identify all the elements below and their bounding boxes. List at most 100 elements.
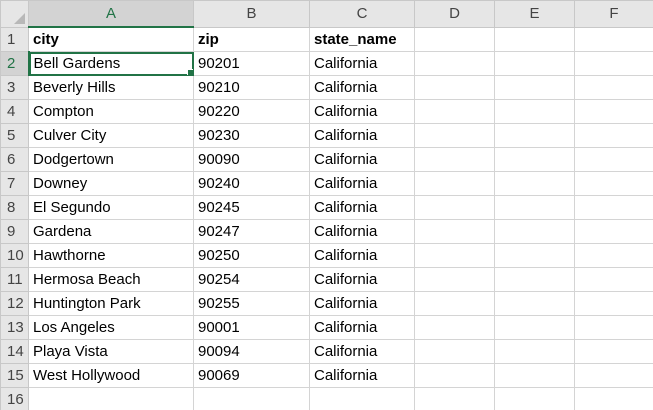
cell-e7[interactable] — [494, 171, 575, 196]
cell-e12[interactable] — [494, 291, 575, 316]
cell-f9[interactable] — [574, 219, 653, 244]
row-header[interactable]: 1 — [0, 26, 29, 52]
cell-a16[interactable] — [28, 387, 194, 410]
row-header[interactable]: 7 — [0, 171, 29, 196]
cell-c7[interactable]: California — [309, 171, 415, 196]
row-header[interactable]: 3 — [0, 75, 29, 100]
cell-e1[interactable] — [494, 26, 575, 52]
cell-a15[interactable]: West Hollywood — [28, 363, 194, 388]
cell-f12[interactable] — [574, 291, 653, 316]
cell-e3[interactable] — [494, 75, 575, 100]
column-header-a[interactable]: A — [28, 0, 194, 28]
cell-f11[interactable] — [574, 267, 653, 292]
cell-b12[interactable]: 90255 — [193, 291, 310, 316]
cell-a4[interactable]: Compton — [28, 99, 194, 124]
cell-e10[interactable] — [494, 243, 575, 268]
row-header[interactable]: 11 — [0, 267, 29, 292]
cell-c3[interactable]: California — [309, 75, 415, 100]
cell-e6[interactable] — [494, 147, 575, 172]
cell-b8[interactable]: 90245 — [193, 195, 310, 220]
cell-c8[interactable]: California — [309, 195, 415, 220]
cell-d13[interactable] — [414, 315, 495, 340]
column-header-d[interactable]: D — [414, 0, 495, 28]
cell-f6[interactable] — [574, 147, 653, 172]
cell-e14[interactable] — [494, 339, 575, 364]
cell-b15[interactable]: 90069 — [193, 363, 310, 388]
row-header[interactable]: 4 — [0, 99, 29, 124]
cell-c10[interactable]: California — [309, 243, 415, 268]
cell-e15[interactable] — [494, 363, 575, 388]
cell-a1[interactable]: city — [28, 26, 194, 52]
cell-f13[interactable] — [574, 315, 653, 340]
cell-e9[interactable] — [494, 219, 575, 244]
cell-e4[interactable] — [494, 99, 575, 124]
row-header[interactable]: 10 — [0, 243, 29, 268]
cell-e8[interactable] — [494, 195, 575, 220]
row-header[interactable]: 16 — [0, 387, 29, 410]
cell-c2[interactable]: California — [309, 51, 415, 76]
cell-a5[interactable]: Culver City — [28, 123, 194, 148]
cell-f1[interactable] — [574, 26, 653, 52]
column-header-e[interactable]: E — [494, 0, 575, 28]
cell-f15[interactable] — [574, 363, 653, 388]
cell-c1[interactable]: state_name — [309, 26, 415, 52]
cell-a11[interactable]: Hermosa Beach — [28, 267, 194, 292]
cell-f4[interactable] — [574, 99, 653, 124]
cell-c13[interactable]: California — [309, 315, 415, 340]
cell-c11[interactable]: California — [309, 267, 415, 292]
cell-b5[interactable]: 90230 — [193, 123, 310, 148]
cell-c16[interactable] — [309, 387, 415, 410]
cell-b13[interactable]: 90001 — [193, 315, 310, 340]
cell-f2[interactable] — [574, 51, 653, 76]
cell-b6[interactable]: 90090 — [193, 147, 310, 172]
cell-f7[interactable] — [574, 171, 653, 196]
cell-d14[interactable] — [414, 339, 495, 364]
cell-f5[interactable] — [574, 123, 653, 148]
cell-b14[interactable]: 90094 — [193, 339, 310, 364]
cell-b10[interactable]: 90250 — [193, 243, 310, 268]
cell-b4[interactable]: 90220 — [193, 99, 310, 124]
cell-f14[interactable] — [574, 339, 653, 364]
cell-d9[interactable] — [414, 219, 495, 244]
row-header[interactable]: 15 — [0, 363, 29, 388]
row-header[interactable]: 8 — [0, 195, 29, 220]
cell-c6[interactable]: California — [309, 147, 415, 172]
column-header-f[interactable]: F — [574, 0, 653, 28]
cell-a10[interactable]: Hawthorne — [28, 243, 194, 268]
select-all-button[interactable] — [0, 0, 29, 28]
cell-d7[interactable] — [414, 171, 495, 196]
cell-d15[interactable] — [414, 363, 495, 388]
row-header[interactable]: 6 — [0, 147, 29, 172]
cell-a9[interactable]: Gardena — [28, 219, 194, 244]
cell-b3[interactable]: 90210 — [193, 75, 310, 100]
cell-a13[interactable]: Los Angeles — [28, 315, 194, 340]
cell-b16[interactable] — [193, 387, 310, 410]
cell-b9[interactable]: 90247 — [193, 219, 310, 244]
cell-d6[interactable] — [414, 147, 495, 172]
cell-c15[interactable]: California — [309, 363, 415, 388]
cell-b11[interactable]: 90254 — [193, 267, 310, 292]
cell-b2[interactable]: 90201 — [193, 51, 310, 76]
cell-d16[interactable] — [414, 387, 495, 410]
cell-a3[interactable]: Beverly Hills — [28, 75, 194, 100]
fill-handle[interactable] — [187, 69, 193, 75]
cell-c5[interactable]: California — [309, 123, 415, 148]
row-header[interactable]: 12 — [0, 291, 29, 316]
cell-b1[interactable]: zip — [193, 26, 310, 52]
cell-a7[interactable]: Downey — [28, 171, 194, 196]
cell-a6[interactable]: Dodgertown — [28, 147, 194, 172]
cell-d1[interactable] — [414, 26, 495, 52]
cell-c14[interactable]: California — [309, 339, 415, 364]
cell-d3[interactable] — [414, 75, 495, 100]
cell-e2[interactable] — [494, 51, 575, 76]
cell-d2[interactable] — [414, 51, 495, 76]
cell-f8[interactable] — [574, 195, 653, 220]
row-header[interactable]: 9 — [0, 219, 29, 244]
cell-d12[interactable] — [414, 291, 495, 316]
column-header-c[interactable]: C — [309, 0, 415, 28]
cell-e5[interactable] — [494, 123, 575, 148]
cell-a12[interactable]: Huntington Park — [28, 291, 194, 316]
cell-c4[interactable]: California — [309, 99, 415, 124]
row-header[interactable]: 5 — [0, 123, 29, 148]
cell-f3[interactable] — [574, 75, 653, 100]
